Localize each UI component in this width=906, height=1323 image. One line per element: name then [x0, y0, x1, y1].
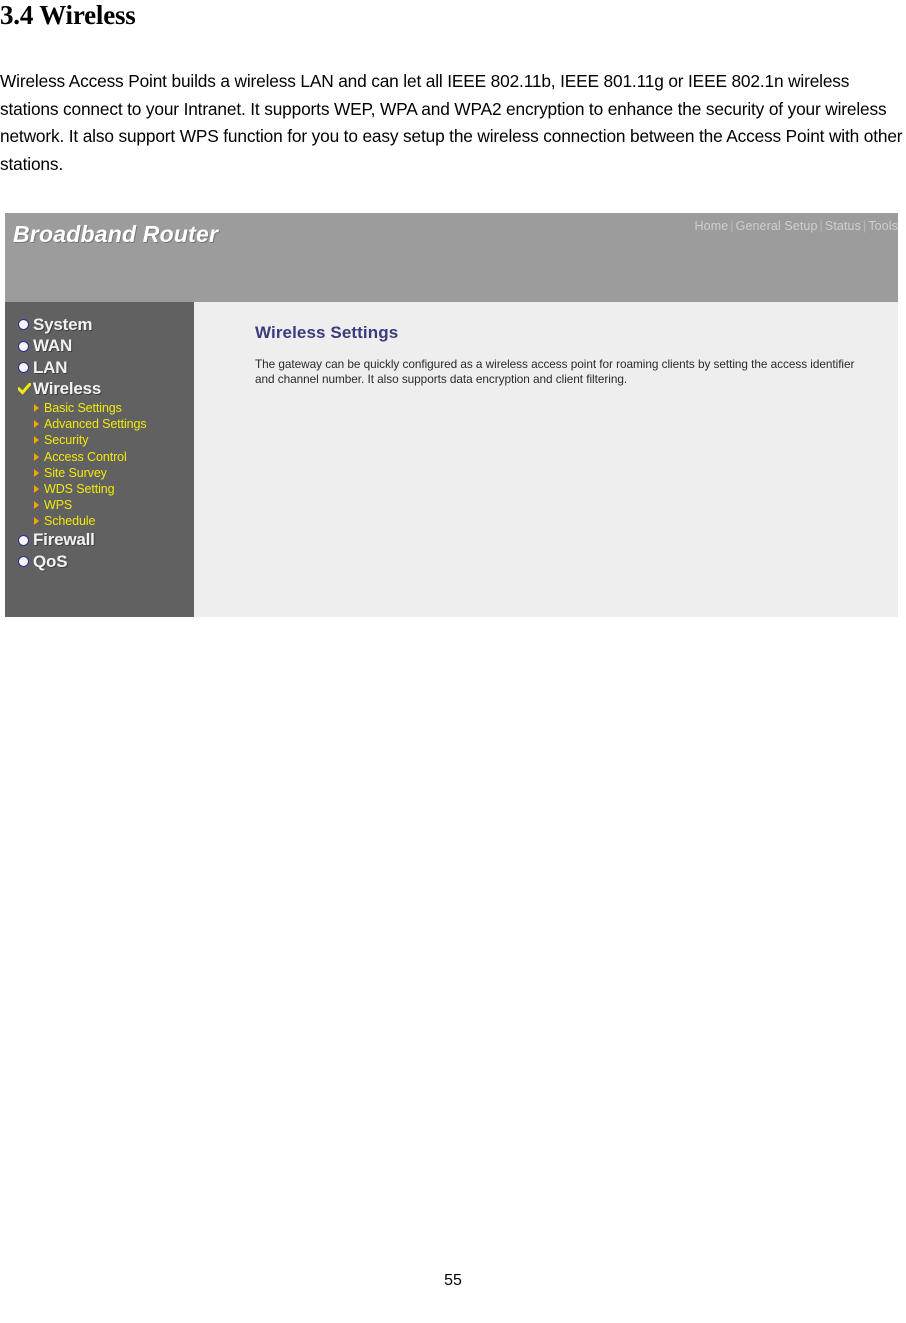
router-sidebar: System WAN LAN Wireless Basic Settings A… — [5, 302, 194, 617]
sidebar-subitem-label: Security — [44, 433, 89, 448]
router-main-content: Wireless Settings The gateway can be qui… — [194, 302, 898, 617]
sidebar-item-qos[interactable]: QoS — [5, 551, 194, 573]
sidebar-item-label: Wireless — [33, 379, 102, 399]
page-number: 55 — [444, 1272, 462, 1289]
sidebar-subitem-label: Access Control — [44, 449, 127, 464]
nav-link-status[interactable]: Status — [825, 219, 861, 233]
bullet-icon — [18, 340, 29, 352]
arrow-right-icon — [34, 420, 39, 429]
sidebar-item-label: Firewall — [33, 530, 95, 550]
sidebar-item-label: System — [33, 314, 93, 334]
sidebar-subitem-wps[interactable]: WPS — [5, 497, 194, 513]
arrow-right-icon — [34, 501, 39, 510]
router-web-ui-screenshot: Broadband Router Home | General Setup | Stat… — [5, 213, 898, 617]
content-title: Wireless Settings — [255, 323, 399, 342]
sidebar-subitem-schedule[interactable]: Schedule — [5, 513, 194, 529]
bullet-icon — [18, 534, 29, 546]
bullet-icon — [18, 319, 29, 331]
page-title: 3.4 Wireless — [0, 0, 136, 30]
sidebar-item-lan[interactable]: LAN — [5, 357, 194, 379]
arrow-right-icon — [34, 517, 39, 526]
arrow-right-icon — [34, 468, 39, 477]
sidebar-subitem-label: Basic Settings — [44, 401, 122, 416]
nav-link-home[interactable]: Home — [695, 219, 729, 233]
sidebar-item-wan[interactable]: WAN — [5, 336, 194, 358]
router-logo: Broadband Router — [13, 221, 219, 247]
sidebar-subitem-label: Site Survey — [44, 465, 107, 480]
sidebar-item-system[interactable]: System — [5, 314, 194, 336]
content-description: The gateway can be quickly configured as… — [255, 357, 855, 386]
sidebar-item-label: WAN — [33, 336, 73, 356]
sidebar-subitem-basic-settings[interactable]: Basic Settings — [5, 400, 194, 416]
router-header: Broadband Router Home | General Setup | Stat… — [5, 213, 898, 302]
sidebar-subitem-wds-setting[interactable]: WDS Setting — [5, 481, 194, 497]
sidebar-subitem-label: WDS Setting — [44, 482, 115, 497]
sidebar-subitem-label: Advanced Settings — [44, 417, 147, 432]
sidebar-subitem-advanced-settings[interactable]: Advanced Settings — [5, 416, 194, 432]
sidebar-subitem-security[interactable]: Security — [5, 432, 194, 448]
sidebar-item-firewall[interactable]: Firewall — [5, 530, 194, 552]
nav-link-general-setup[interactable]: General Setup — [736, 219, 818, 233]
arrow-right-icon — [34, 485, 39, 494]
nav-separator: | — [730, 219, 734, 233]
sidebar-subitem-label: Schedule — [44, 514, 96, 529]
sidebar-subitem-site-survey[interactable]: Site Survey — [5, 465, 194, 481]
nav-separator: | — [819, 219, 823, 233]
sidebar-item-wireless[interactable]: Wireless — [5, 379, 194, 401]
arrow-right-icon — [34, 436, 39, 445]
sidebar-subitem-label: WPS — [44, 498, 73, 513]
sidebar-item-label: QoS — [33, 551, 68, 571]
arrow-right-icon — [34, 404, 39, 413]
bullet-icon — [18, 362, 29, 374]
arrow-right-icon — [34, 452, 39, 461]
check-icon — [16, 382, 33, 395]
router-top-navigation: Home | General Setup | Status | Tools — [695, 219, 898, 233]
sidebar-item-label: LAN — [33, 357, 68, 377]
bullet-icon — [18, 556, 29, 568]
section-paragraph: Wireless Access Point builds a wireless … — [0, 71, 903, 174]
sidebar-subitem-access-control[interactable]: Access Control — [5, 449, 194, 465]
sidebar-navigation: System WAN LAN Wireless Basic Settings A… — [5, 302, 194, 573]
nav-link-tools[interactable]: Tools — [868, 219, 898, 233]
